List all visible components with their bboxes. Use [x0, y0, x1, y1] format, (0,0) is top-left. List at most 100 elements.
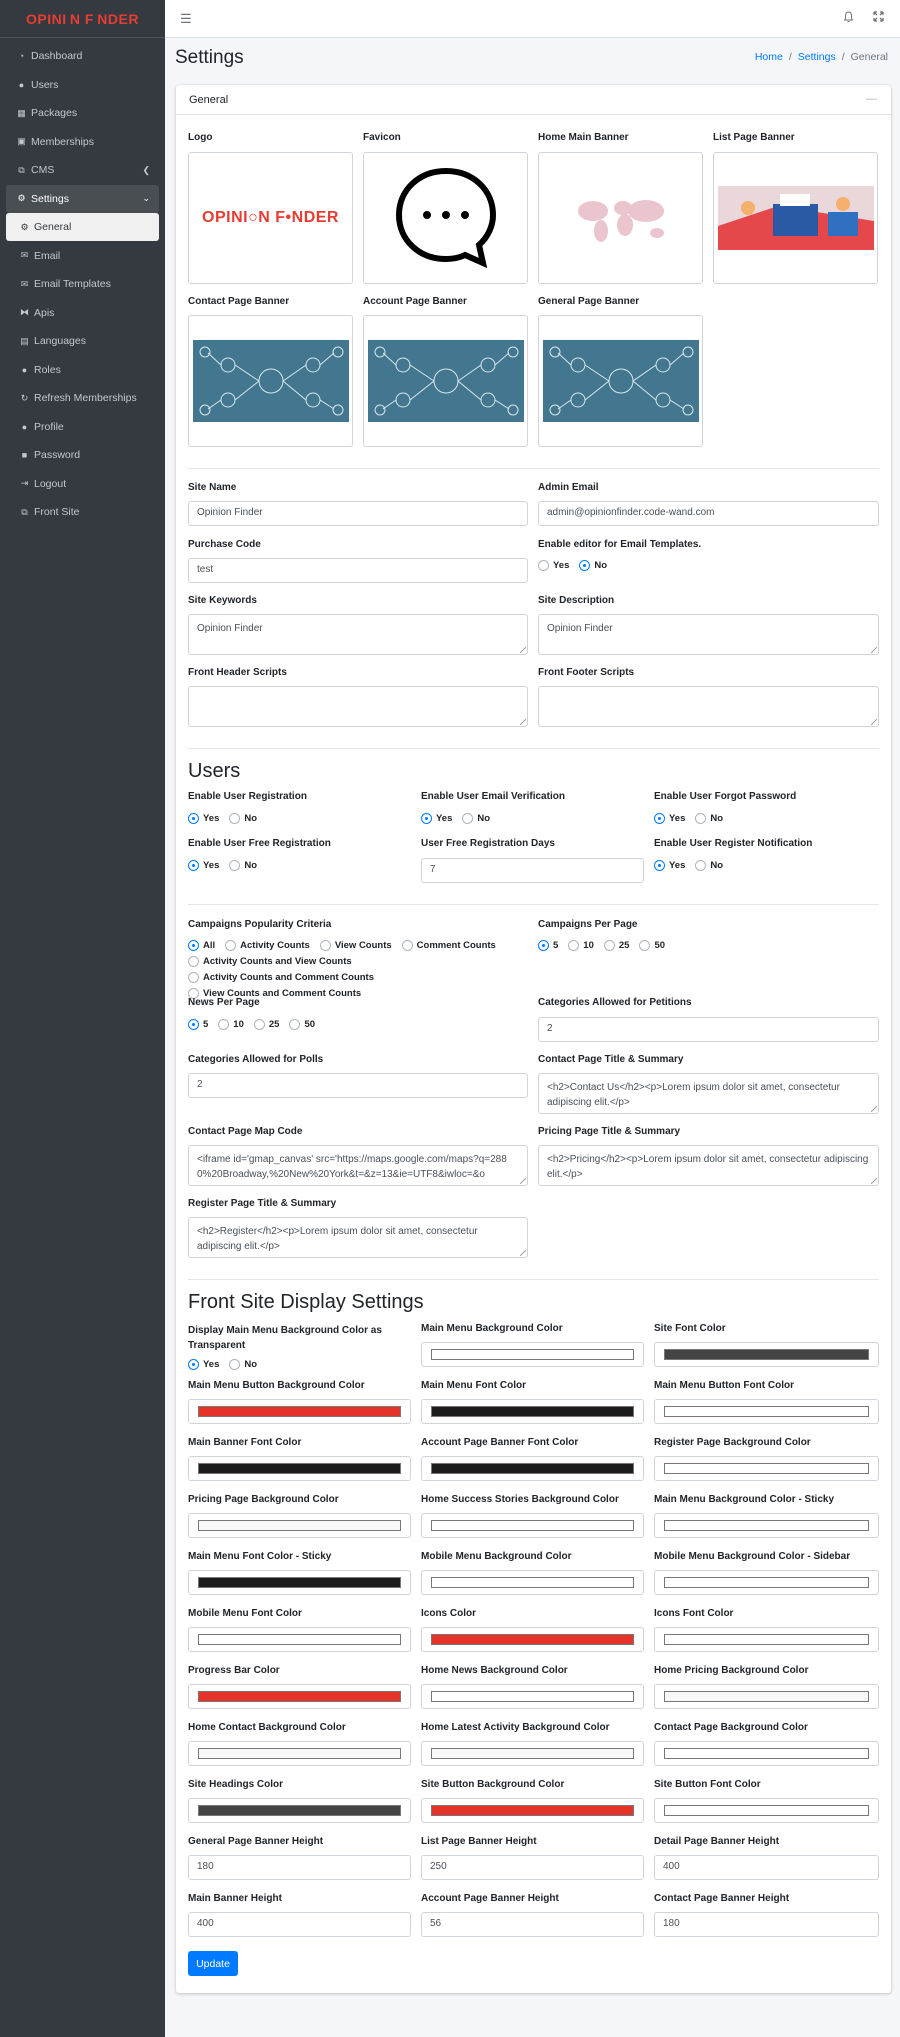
logo-upload[interactable]: OPINI○N F•NDER: [188, 152, 353, 284]
sidebar-item-logout[interactable]: ⇥ Logout: [6, 470, 159, 498]
sidebar-item-password[interactable]: ■ Password: [6, 441, 159, 469]
yes-radio[interactable]: Yes: [188, 858, 219, 873]
register-title-textarea[interactable]: <h2>Register</h2><p>Lorem ipsum dolor si…: [188, 1217, 528, 1258]
sidebar-item-general[interactable]: ⚙ General: [6, 213, 159, 241]
list-banner-upload[interactable]: [713, 152, 878, 284]
contact-title-textarea[interactable]: <h2>Contact Us</h2><p>Lorem ipsum dolor …: [538, 1073, 879, 1114]
banner-height-input[interactable]: 56: [421, 1912, 644, 1937]
update-button[interactable]: Update: [188, 1951, 238, 1976]
color-picker-input[interactable]: [188, 1741, 411, 1766]
color-picker-input[interactable]: [654, 1570, 879, 1595]
banner-height-input[interactable]: 400: [188, 1912, 411, 1937]
banner-height-input[interactable]: 400: [654, 1855, 879, 1880]
keywords-textarea[interactable]: Opinion Finder: [188, 614, 528, 655]
criteria-activity-radio[interactable]: Activity Counts: [225, 938, 310, 953]
color-picker-input[interactable]: [654, 1513, 879, 1538]
yes-radio[interactable]: Yes: [188, 1357, 219, 1372]
free-registration-days-input[interactable]: 7: [421, 858, 644, 883]
header-scripts-textarea[interactable]: [188, 686, 528, 727]
sidebar-item-apis[interactable]: ⧓ Apis: [6, 299, 159, 327]
sidebar-item-memberships[interactable]: ▣ Memberships: [6, 128, 159, 156]
color-picker-input[interactable]: [421, 1399, 644, 1424]
collapse-button[interactable]: —: [866, 93, 877, 105]
no-radio[interactable]: No: [462, 811, 490, 826]
news-10-radio[interactable]: 10: [218, 1017, 244, 1032]
color-picker-input[interactable]: [188, 1798, 411, 1823]
color-picker-input[interactable]: [421, 1741, 644, 1766]
criteria-all-radio[interactable]: All: [188, 938, 215, 953]
favicon-upload[interactable]: [363, 152, 528, 284]
sidebar-item-packages[interactable]: ▦ Packages: [6, 99, 159, 127]
per-page-5-radio[interactable]: 5: [538, 938, 558, 953]
sidebar-item-refresh-memberships[interactable]: ↻ Refresh Memberships: [6, 384, 159, 412]
account-banner-upload[interactable]: [363, 315, 528, 447]
color-picker-input[interactable]: [654, 1798, 879, 1823]
no-radio[interactable]: No: [229, 1357, 257, 1372]
sidebar-item-email-templates[interactable]: ✉ Email Templates: [6, 270, 159, 298]
color-picker-input[interactable]: [188, 1399, 411, 1424]
no-radio[interactable]: No: [695, 858, 723, 873]
general-banner-upload[interactable]: [538, 315, 703, 447]
sidebar-item-settings[interactable]: ⚙ Settings ⌄: [6, 184, 159, 213]
no-radio[interactable]: No: [229, 858, 257, 873]
color-picker-input[interactable]: [188, 1684, 411, 1709]
color-picker-input[interactable]: [421, 1342, 644, 1367]
color-picker-input[interactable]: [654, 1399, 879, 1424]
banner-height-input[interactable]: 180: [654, 1912, 879, 1937]
color-picker-input[interactable]: [654, 1741, 879, 1766]
news-50-radio[interactable]: 50: [289, 1017, 315, 1032]
yes-radio[interactable]: Yes: [421, 811, 452, 826]
description-textarea[interactable]: Opinion Finder: [538, 614, 879, 655]
criteria-comment-radio[interactable]: Comment Counts: [401, 938, 496, 953]
editor-yes-radio[interactable]: Yes: [538, 558, 569, 573]
footer-scripts-textarea[interactable]: [538, 686, 879, 727]
sidebar-item-users[interactable]: ● Users: [6, 71, 159, 99]
breadcrumb-home[interactable]: Home: [755, 51, 783, 63]
sidebar-item-profile[interactable]: ● Profile: [6, 413, 159, 441]
no-radio[interactable]: No: [695, 811, 723, 826]
color-picker-input[interactable]: [188, 1456, 411, 1481]
sidebar-item-languages[interactable]: ▤ Languages: [6, 327, 159, 355]
news-25-radio[interactable]: 25: [253, 1017, 279, 1032]
fullscreen-icon[interactable]: [873, 11, 884, 25]
brand-logo[interactable]: OPINI N F NDER: [0, 0, 165, 38]
home-banner-upload[interactable]: [538, 152, 703, 284]
bell-icon[interactable]: [843, 11, 854, 26]
yes-radio[interactable]: Yes: [654, 811, 685, 826]
categories-polls-input[interactable]: 2: [188, 1073, 528, 1098]
per-page-50-radio[interactable]: 50: [639, 938, 665, 953]
hamburger-menu-icon[interactable]: ☰: [180, 11, 192, 27]
color-picker-input[interactable]: [654, 1684, 879, 1709]
breadcrumb-settings[interactable]: Settings: [798, 51, 836, 63]
pricing-title-textarea[interactable]: <h2>Pricing</h2><p>Lorem ipsum dolor sit…: [538, 1145, 879, 1186]
per-page-25-radio[interactable]: 25: [603, 938, 629, 953]
admin-email-input[interactable]: admin@opinionfinder.code-wand.com: [538, 501, 879, 526]
sidebar-item-roles[interactable]: ● Roles: [6, 356, 159, 384]
color-picker-input[interactable]: [188, 1570, 411, 1595]
sidebar-item-dashboard[interactable]: ◔ Dashboard: [6, 42, 159, 70]
no-radio[interactable]: No: [229, 811, 257, 826]
color-picker-input[interactable]: [421, 1513, 644, 1538]
color-picker-input[interactable]: [421, 1456, 644, 1481]
color-picker-input[interactable]: [654, 1456, 879, 1481]
per-page-10-radio[interactable]: 10: [568, 938, 594, 953]
news-5-radio[interactable]: 5: [188, 1017, 208, 1032]
color-picker-input[interactable]: [188, 1513, 411, 1538]
sidebar-item-front-site[interactable]: ⧉ Front Site: [6, 498, 159, 526]
color-picker-input[interactable]: [421, 1570, 644, 1595]
yes-radio[interactable]: Yes: [188, 811, 219, 826]
sidebar-item-cms[interactable]: ⧉ CMS ❮: [6, 156, 159, 184]
color-picker-input[interactable]: [421, 1798, 644, 1823]
sidebar-item-email[interactable]: ✉ Email: [6, 242, 159, 270]
yes-radio[interactable]: Yes: [654, 858, 685, 873]
banner-height-input[interactable]: 250: [421, 1855, 644, 1880]
color-picker-input[interactable]: [188, 1627, 411, 1652]
purchase-code-input[interactable]: test: [188, 558, 528, 583]
categories-petitions-input[interactable]: 2: [538, 1017, 879, 1042]
criteria-activity-view-radio[interactable]: Activity Counts and View Counts: [188, 954, 352, 969]
banner-height-input[interactable]: 180: [188, 1855, 411, 1880]
editor-no-radio[interactable]: No: [579, 558, 607, 573]
color-picker-input[interactable]: [654, 1342, 879, 1367]
site-name-input[interactable]: Opinion Finder: [188, 501, 528, 526]
criteria-activity-comment-radio[interactable]: Activity Counts and Comment Counts: [188, 970, 374, 985]
